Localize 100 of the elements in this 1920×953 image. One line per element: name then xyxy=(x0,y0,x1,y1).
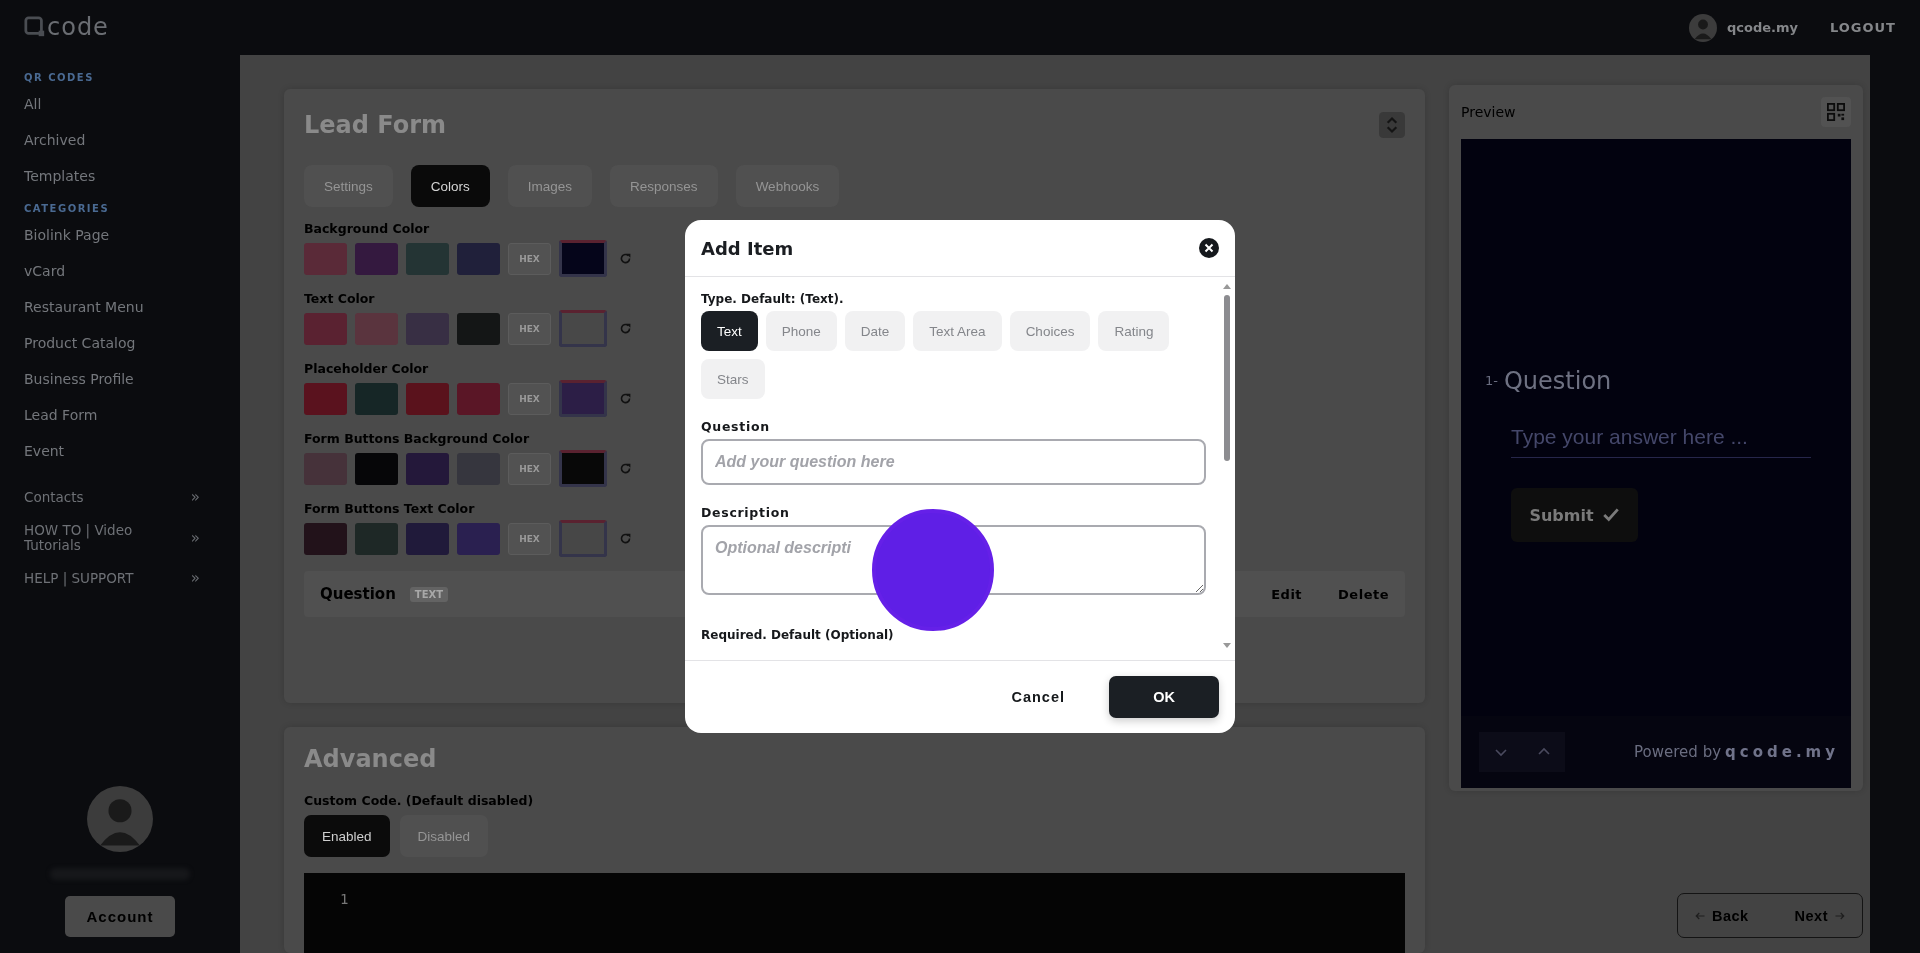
close-icon xyxy=(1199,238,1219,258)
field-label: Background Color xyxy=(304,221,430,237)
logout-link[interactable]: LOGOUT xyxy=(1829,20,1896,35)
sort-icon xyxy=(1379,112,1405,138)
color-swatch[interactable] xyxy=(304,382,347,415)
sidebar-link[interactable]: Contacts » xyxy=(24,490,200,505)
color-swatch[interactable] xyxy=(304,452,347,485)
chevron-icon: » xyxy=(190,490,200,505)
qr-code-button[interactable] xyxy=(1821,97,1851,127)
section-heading: CATEGORIES xyxy=(24,203,110,215)
sidebar-item[interactable]: vCard xyxy=(24,262,66,280)
sidebar-item[interactable]: Templates xyxy=(24,167,96,185)
hex-field[interactable]: HEX xyxy=(508,522,551,555)
color-swatch[interactable] xyxy=(406,452,449,485)
color-swatch[interactable] xyxy=(406,242,449,275)
hex-field[interactable]: HEX xyxy=(508,242,551,275)
hex-field[interactable]: HEX xyxy=(508,382,551,415)
color-swatch[interactable] xyxy=(304,522,347,555)
refresh-icon xyxy=(619,462,632,475)
chevron-icon: » xyxy=(190,530,200,546)
tab[interactable]: Responses xyxy=(610,165,718,207)
field-label: Placeholder Color xyxy=(304,361,429,377)
color-swatch[interactable] xyxy=(457,312,500,345)
sidebar-item[interactable]: Product Catalog xyxy=(24,334,136,352)
cancel-button[interactable]: Cancel xyxy=(987,679,1089,715)
sidebar-item[interactable]: Lead Form xyxy=(24,406,98,424)
type-option[interactable]: Date xyxy=(844,311,906,351)
sidebar-item[interactable]: Biolink Page xyxy=(24,226,110,244)
next-question-button[interactable] xyxy=(1479,732,1522,772)
hex-field[interactable]: HEX xyxy=(508,452,551,485)
logo-icon xyxy=(24,16,46,38)
color-swatch[interactable] xyxy=(457,382,500,415)
sidebar-item[interactable]: Archived xyxy=(24,131,86,149)
color-swatch[interactable] xyxy=(355,452,398,485)
color-swatch[interactable] xyxy=(304,312,347,345)
field-label: Required. Default (Optional) xyxy=(701,627,894,643)
previous-question-button[interactable] xyxy=(1522,732,1565,772)
toggle-option[interactable]: Enabled xyxy=(304,815,390,857)
sidebar-item[interactable]: Business Profile xyxy=(24,370,134,388)
dialog-title: Add Item xyxy=(701,237,794,259)
qr-code-icon xyxy=(1827,103,1845,121)
type-option[interactable]: Stars xyxy=(701,359,765,399)
section-heading: QR CODES xyxy=(24,72,94,84)
color-picker[interactable] xyxy=(559,520,607,557)
avatar-icon xyxy=(87,786,153,852)
field-label: Text Color xyxy=(304,291,375,307)
type-option[interactable]: Text Area xyxy=(913,311,1002,351)
toggle-option[interactable]: Disabled xyxy=(399,815,489,857)
color-swatch[interactable] xyxy=(304,242,347,275)
color-swatch[interactable] xyxy=(457,242,500,275)
powered-by-text: Powered by xyxy=(1634,743,1722,761)
sidebar-link[interactable]: HOW TO | Video Tutorials » xyxy=(24,523,200,553)
color-swatch[interactable] xyxy=(457,522,500,555)
color-swatch[interactable] xyxy=(355,522,398,555)
type-option[interactable]: Phone xyxy=(765,311,837,351)
refresh-icon xyxy=(619,532,632,545)
color-picker[interactable] xyxy=(559,450,607,487)
sidebar-item[interactable]: All xyxy=(24,95,42,113)
section-title: Advanced xyxy=(304,744,437,775)
field-label: Custom Code. (Default disabled) xyxy=(304,793,534,809)
color-swatch[interactable] xyxy=(406,382,449,415)
tab[interactable]: Webhooks xyxy=(735,165,840,207)
tab[interactable]: Images xyxy=(507,165,593,207)
answer-field[interactable]: Type your answer here ... xyxy=(1511,417,1811,458)
color-picker[interactable] xyxy=(559,310,607,347)
color-swatch[interactable] xyxy=(355,382,398,415)
question-field[interactable]: Add your question here xyxy=(701,439,1206,485)
action-link[interactable]: Delete xyxy=(1338,586,1389,602)
type-option[interactable]: Text xyxy=(701,311,758,351)
hex-field[interactable]: HEX xyxy=(508,312,551,345)
tab[interactable]: Settings xyxy=(304,165,393,207)
type-option[interactable]: Rating xyxy=(1098,311,1170,351)
code-editor[interactable]: 1 xyxy=(304,873,1405,953)
color-picker[interactable] xyxy=(559,240,607,277)
line-number: 1 xyxy=(340,891,349,907)
refresh-icon xyxy=(619,252,632,265)
sidebar-item[interactable]: Restaurant Menu xyxy=(24,298,144,316)
refresh-icon xyxy=(619,392,632,405)
type-option[interactable]: Choices xyxy=(1009,311,1091,351)
action-link[interactable]: Edit xyxy=(1271,586,1303,602)
color-swatch[interactable] xyxy=(406,522,449,555)
close-button[interactable] xyxy=(1199,238,1219,258)
tab[interactable]: Colors xyxy=(410,165,490,207)
sidebar-link[interactable]: HELP | SUPPORT » xyxy=(24,571,200,586)
chevron-icon: » xyxy=(190,571,200,586)
account-button[interactable]: Account xyxy=(65,896,175,937)
question-number: 1- xyxy=(1485,373,1498,388)
color-swatch[interactable] xyxy=(355,242,398,275)
ok-button[interactable]: OK xyxy=(1109,676,1219,718)
field-label: Form Buttons Text Color xyxy=(304,501,475,517)
check-icon xyxy=(1601,506,1620,524)
color-picker[interactable] xyxy=(559,380,607,417)
avatar-icon xyxy=(1688,13,1717,42)
submit-button[interactable]: Submit xyxy=(1511,488,1638,542)
brand-name: qcode.my xyxy=(1725,743,1839,761)
refresh-icon xyxy=(619,322,632,335)
color-swatch[interactable] xyxy=(406,312,449,345)
sidebar-item[interactable]: Event xyxy=(24,442,65,460)
preview-title: Preview xyxy=(1461,104,1516,120)
user-name[interactable]: qcode.my xyxy=(1726,20,1798,35)
